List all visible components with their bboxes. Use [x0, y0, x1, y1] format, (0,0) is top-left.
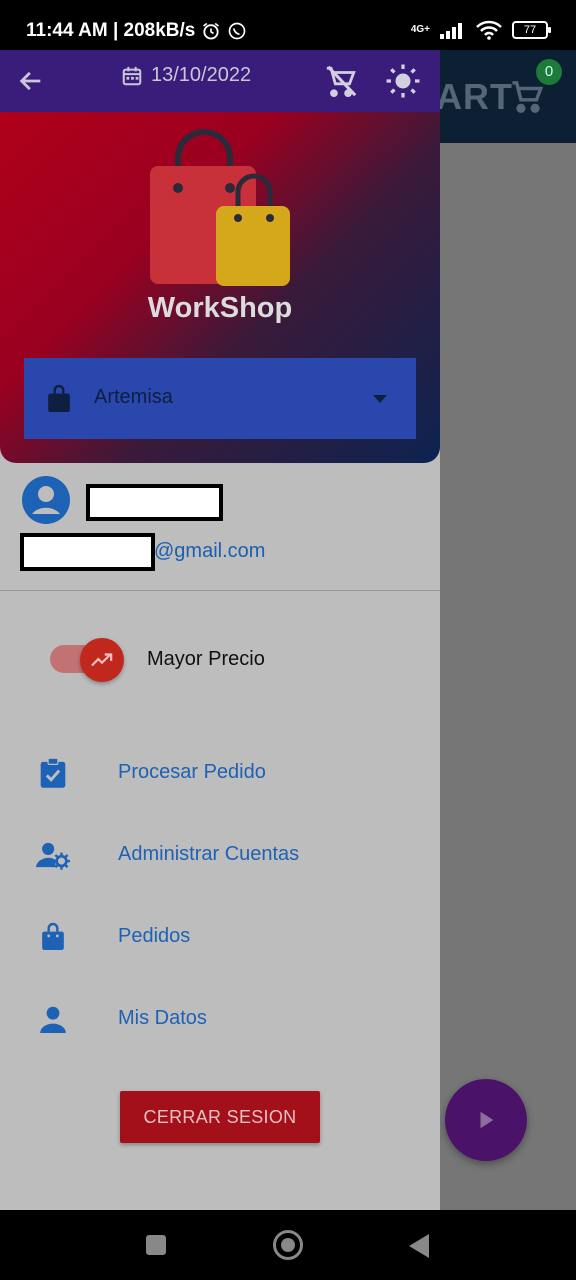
- menu-item-mis-datos[interactable]: Mis Datos: [0, 989, 440, 1049]
- network-type: 4G+: [410, 24, 430, 35]
- account-circle-icon: [22, 476, 70, 524]
- brand-name: WorkShop: [147, 292, 293, 324]
- date-display[interactable]: 13/10/2022: [121, 64, 251, 87]
- status-right: 4G+ 77: [410, 20, 551, 40]
- navigation-drawer: 13/10/2022 WorkShop Artemisa @gmail.com …: [0, 50, 440, 1210]
- store-selected-value: Artemisa: [94, 386, 173, 408]
- recent-apps-button[interactable]: [146, 1235, 166, 1255]
- menu-label-pedidos: Pedidos: [118, 925, 191, 947]
- clear-cart-button[interactable]: [322, 62, 360, 100]
- status-left: 11:44 AM | 208kB/s: [26, 20, 247, 42]
- menu-label-administrar-cuentas: Administrar Cuentas: [118, 843, 300, 865]
- menu-item-pedidos[interactable]: Pedidos: [0, 907, 440, 967]
- wifi-icon: [476, 20, 502, 40]
- calendar-icon: [122, 66, 142, 85]
- drawer-toolbar: 13/10/2022: [0, 50, 440, 112]
- shopping-bag-icon: [48, 384, 70, 412]
- menu-label-procesar-pedido: Procesar Pedido: [118, 761, 266, 783]
- user-email: @gmail.com: [154, 540, 266, 562]
- menu-item-procesar-pedido[interactable]: Procesar Pedido: [0, 743, 440, 803]
- drawer-header: WorkShop Artemisa: [0, 112, 440, 463]
- clipboard-check-icon: [36, 756, 70, 790]
- logout-button[interactable]: CERRAR SESION: [120, 1091, 320, 1143]
- home-button[interactable]: [273, 1230, 303, 1260]
- sun-icon: [386, 64, 420, 98]
- theme-toggle-button[interactable]: [384, 62, 422, 100]
- cart-count-badge: 0: [536, 59, 562, 85]
- person-icon: [36, 1002, 70, 1036]
- manage-accounts-icon: [36, 838, 70, 872]
- status-bar: 11:44 AM | 208kB/s 4G+ 77: [0, 0, 576, 50]
- menu-label-mis-datos: Mis Datos: [118, 1007, 207, 1029]
- play-icon: [480, 1111, 494, 1129]
- nav-back-icon[interactable]: [407, 1233, 431, 1259]
- alarm-icon: [203, 22, 220, 40]
- battery-icon: 77: [512, 21, 551, 39]
- shopping-bags-logo: [150, 129, 290, 286]
- trending-up-icon: [91, 653, 113, 667]
- play-fab-button[interactable]: [445, 1079, 527, 1161]
- store-dropdown[interactable]: Artemisa: [24, 358, 416, 439]
- home-dot: [281, 1238, 295, 1252]
- whatsapp-icon: [229, 22, 246, 40]
- sort-price-switch[interactable]: [50, 638, 124, 682]
- sort-price-label: Mayor Precio: [147, 648, 265, 670]
- header-divider: [0, 590, 440, 591]
- back-button[interactable]: [14, 64, 48, 98]
- system-nav-bar: [0, 1210, 576, 1280]
- app-title: ART: [436, 76, 513, 117]
- date-text: 13/10/2022: [151, 64, 252, 86]
- shopping-bag-icon: [36, 920, 70, 954]
- cart-icon[interactable]: [510, 80, 546, 114]
- status-time: 11:44 AM | 208kB/s: [26, 20, 196, 41]
- redacted-email-user: [20, 533, 155, 571]
- arrow-back-icon: [19, 71, 41, 91]
- switch-thumb: [80, 638, 124, 682]
- dropdown-arrow-icon: [373, 395, 387, 403]
- redacted-username: [86, 484, 223, 521]
- menu-item-administrar-cuentas[interactable]: Administrar Cuentas: [0, 825, 440, 885]
- remove-cart-icon: [326, 65, 357, 97]
- signal-icon: [440, 23, 462, 39]
